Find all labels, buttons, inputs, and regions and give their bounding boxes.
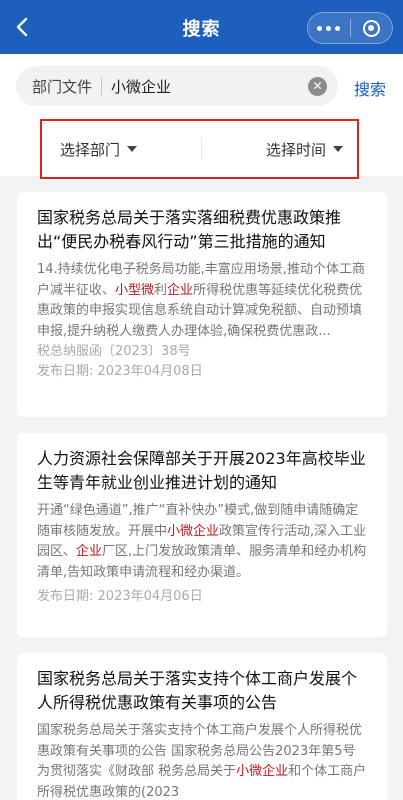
filter-bar: 选择部门 选择时间 xyxy=(40,119,359,179)
caret-down-icon xyxy=(127,146,138,152)
result-snippet: 开通“绿色通道”,推广“直补快办”模式,做到随申请随确定随审核随发放。开展中小微… xyxy=(37,503,367,580)
result-card[interactable]: 人力资源社会保障部关于开展2023年高校毕业生等青年就业创业推进计划的通知 开通… xyxy=(17,433,387,637)
search-box: 部门文件 ✕ xyxy=(16,66,338,106)
result-doc-number: 税总纳服函〔2023〕38号 xyxy=(37,344,191,359)
result-title: 人力资源社会保障部关于开展2023年高校毕业生等青年就业创业推进计划的通知 xyxy=(37,449,366,492)
result-title: 国家税务总局关于落实支持个体工商户发展个人所得税优惠政策有关事项的公告 xyxy=(37,669,358,712)
result-card[interactable]: 国家税务总局关于落实落细税费优惠政策推出“便民办税春风行动”第三批措施的通知 1… xyxy=(17,192,387,417)
caret-down-icon xyxy=(333,146,343,152)
department-filter-label: 选择部门 xyxy=(60,140,121,159)
search-scope-selector[interactable]: 部门文件 xyxy=(32,76,92,97)
search-divider xyxy=(101,77,103,95)
result-title: 国家税务总局关于落实落细税费优惠政策推出“便民办税春风行动”第三批措施的通知 xyxy=(37,208,342,251)
department-filter[interactable]: 选择部门 xyxy=(42,139,201,160)
result-card[interactable]: 国家税务总局关于落实支持个体工商户发展个人所得税优惠政策有关事项的公告 国家税务… xyxy=(17,653,387,800)
search-button[interactable]: 搜索 xyxy=(354,76,386,100)
result-snippet: 国家税务总局关于落实支持个体工商户发展个人所得税优惠政策有关事项的公告 国家税务… xyxy=(37,723,367,800)
result-date: 发布日期: 2023年04月06日 xyxy=(37,589,203,604)
time-filter-label: 选择时间 xyxy=(265,140,326,159)
result-date: 发布日期: 2023年04月08日 xyxy=(37,364,203,379)
mini-program-capsule xyxy=(307,12,393,44)
nav-bar: 搜索 xyxy=(0,0,403,54)
close-target-icon[interactable] xyxy=(351,13,393,43)
clear-icon[interactable]: ✕ xyxy=(308,76,327,96)
more-icon[interactable] xyxy=(308,13,350,43)
time-filter[interactable]: 选择时间 xyxy=(202,139,357,160)
result-snippet: 14.持续优化电子税务局功能,丰富应用场景,推动个体工商户减半征收、小型微利企业… xyxy=(37,262,365,339)
search-area: 部门文件 ✕ 搜索 选择部门 选择时间 xyxy=(0,54,403,179)
search-input[interactable] xyxy=(111,77,308,95)
